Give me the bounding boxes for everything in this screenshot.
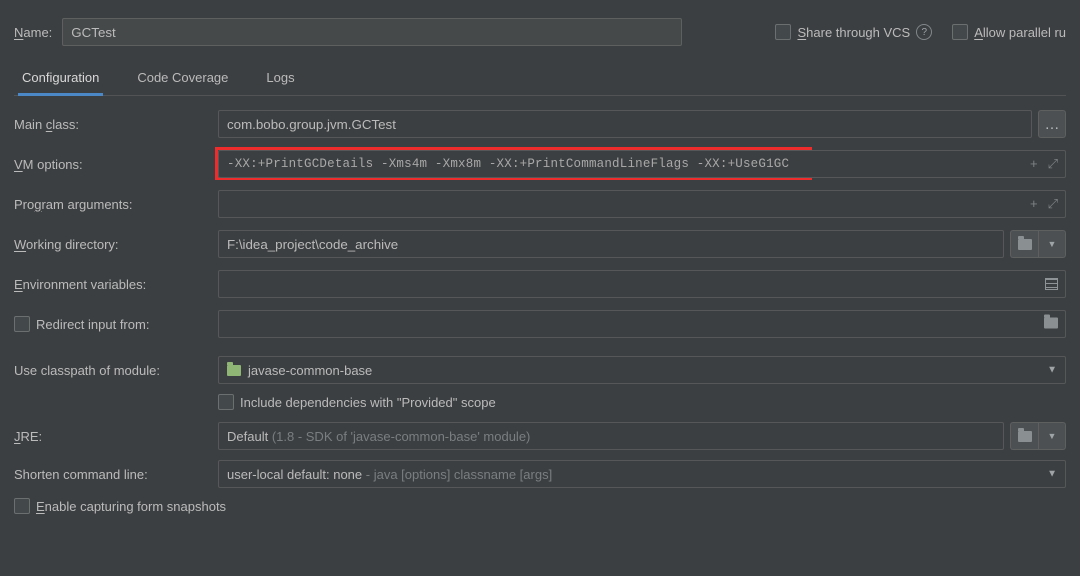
chevron-down-icon: ▼: [1047, 469, 1057, 480]
main-class-input[interactable]: [218, 110, 1032, 138]
allow-parallel-checkbox[interactable]: Allow parallel ru: [952, 24, 1066, 40]
program-args-input[interactable]: [218, 190, 1066, 218]
row-working-dir: Working directory: ▼: [14, 230, 1066, 258]
row-program-args: Program arguments: + ⤢: [14, 190, 1066, 218]
browse-jre-button[interactable]: [1010, 422, 1038, 450]
row-redirect-input: Redirect input from:: [14, 310, 1066, 338]
expand-icon[interactable]: ⤢: [1048, 156, 1058, 172]
row-shorten-cmd: Shorten command line: user-local default…: [14, 460, 1066, 488]
checkbox-icon: [14, 316, 30, 332]
row-enable-capture: Enable capturing form snapshots: [14, 498, 1066, 514]
insert-macro-icon[interactable]: +: [1030, 156, 1038, 172]
folder-dropdown-button[interactable]: ▼: [1038, 230, 1066, 258]
checkbox-icon: [14, 498, 30, 514]
shorten-cmd-select[interactable]: user-local default: none - java [options…: [218, 460, 1066, 488]
main-class-label: Main class:: [14, 117, 218, 132]
tab-logs[interactable]: Logs: [262, 62, 298, 95]
chevron-down-icon: ▼: [1047, 365, 1057, 376]
row-jre: JRE: Default (1.8 - SDK of 'javase-commo…: [14, 422, 1066, 450]
tab-code-coverage[interactable]: Code Coverage: [133, 62, 232, 95]
jre-select[interactable]: Default (1.8 - SDK of 'javase-common-bas…: [218, 422, 1004, 450]
classpath-label: Use classpath of module:: [14, 363, 218, 378]
row-classpath: Use classpath of module: javase-common-b…: [14, 356, 1066, 384]
redirect-input-field[interactable]: [218, 310, 1066, 338]
folder-icon[interactable]: [1044, 317, 1058, 332]
classpath-select[interactable]: javase-common-base ▼: [218, 356, 1066, 384]
list-icon[interactable]: [1045, 278, 1058, 290]
row-env-vars: Environment variables:: [14, 270, 1066, 298]
folder-icon: [1018, 239, 1032, 250]
name-input[interactable]: [62, 18, 682, 46]
vm-options-label: VM options:: [14, 157, 218, 172]
jre-label: JRE:: [14, 429, 218, 444]
tab-configuration[interactable]: Configuration: [18, 62, 103, 95]
insert-macro-icon[interactable]: +: [1030, 196, 1038, 212]
tabs: Configuration Code Coverage Logs: [14, 62, 1066, 96]
browse-class-button[interactable]: …: [1038, 110, 1066, 138]
enable-capture-checkbox[interactable]: Enable capturing form snapshots: [14, 498, 226, 514]
include-provided-checkbox[interactable]: Include dependencies with "Provided" sco…: [218, 394, 1066, 410]
name-label: Name:: [14, 25, 52, 40]
row-main-class: Main class: …: [14, 110, 1066, 138]
vm-options-input[interactable]: [218, 150, 1066, 178]
expand-icon[interactable]: ⤢: [1048, 196, 1058, 212]
jre-dropdown-button[interactable]: ▼: [1038, 422, 1066, 450]
redirect-input-checkbox[interactable]: Redirect input from:: [14, 316, 218, 332]
working-dir-input[interactable]: [218, 230, 1004, 258]
working-dir-label: Working directory:: [14, 237, 218, 252]
help-icon[interactable]: ?: [916, 24, 932, 40]
share-vcs-checkbox[interactable]: Share through VCS ?: [775, 24, 932, 40]
env-vars-input[interactable]: [218, 270, 1066, 298]
shorten-cmd-label: Shorten command line:: [14, 467, 218, 482]
checkbox-icon: [775, 24, 791, 40]
row-vm-options: VM options: + ⤢: [14, 150, 1066, 178]
module-icon: [227, 365, 241, 376]
folder-icon: [1018, 431, 1032, 442]
checkbox-icon: [218, 394, 234, 410]
program-args-label: Program arguments:: [14, 197, 218, 212]
browse-folder-button[interactable]: [1010, 230, 1038, 258]
checkbox-icon: [952, 24, 968, 40]
env-vars-label: Environment variables:: [14, 277, 218, 292]
